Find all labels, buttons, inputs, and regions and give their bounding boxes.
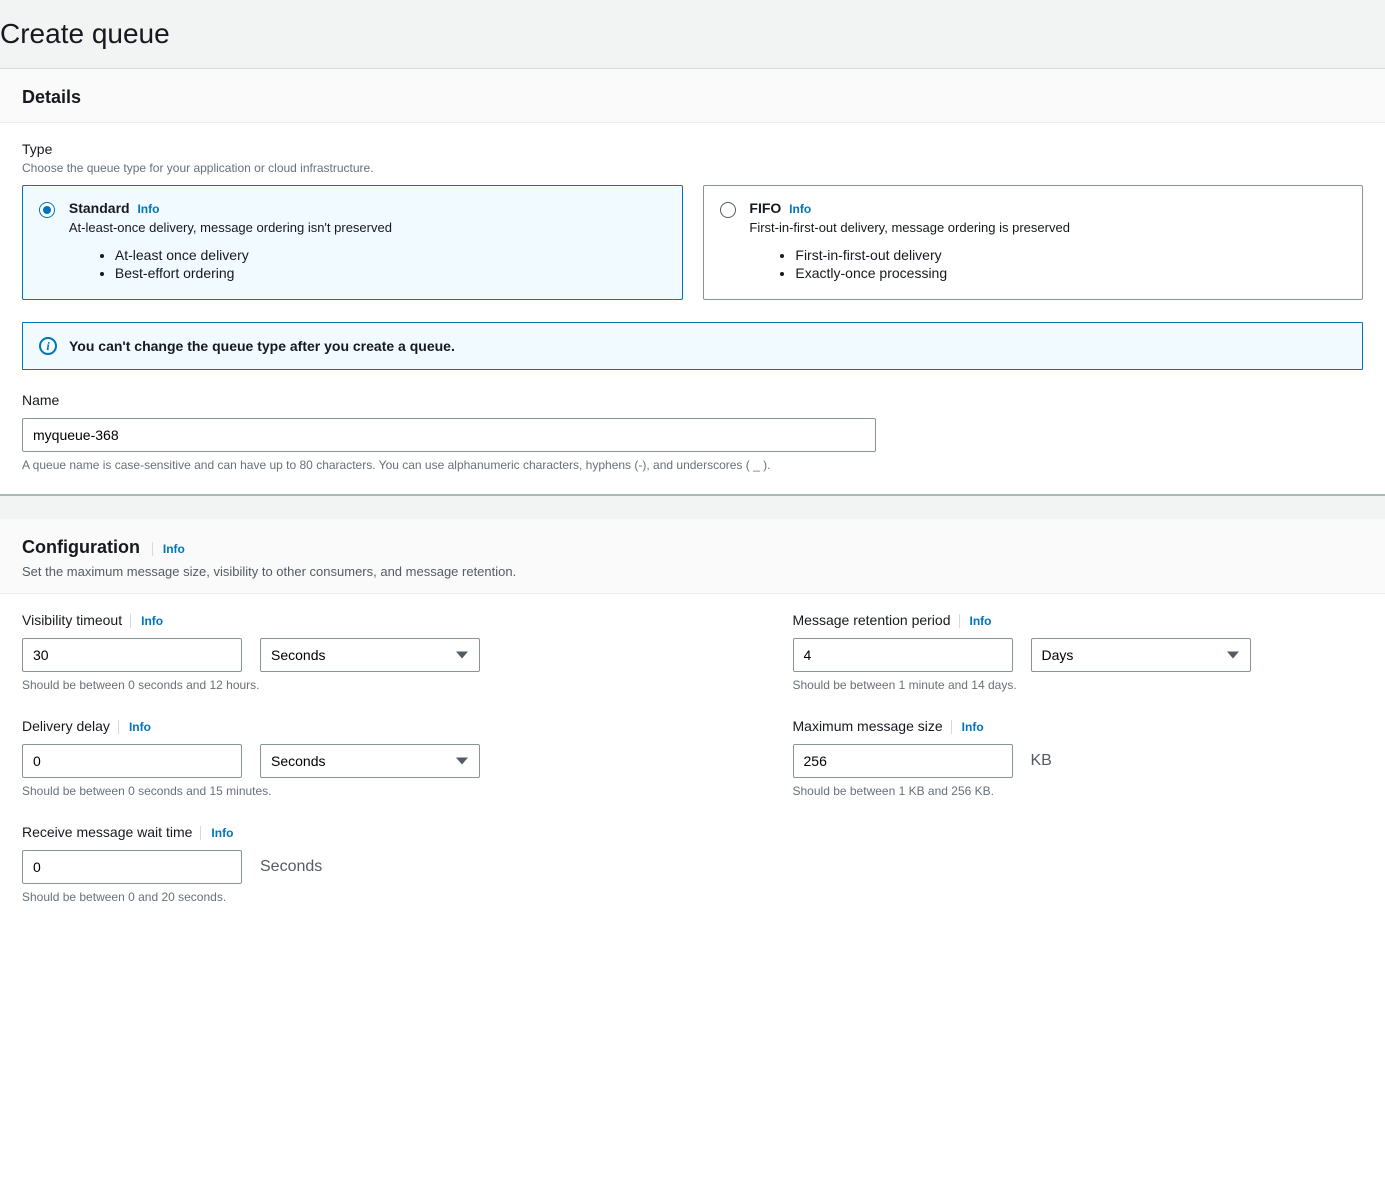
- fifo-title: FIFO: [749, 200, 781, 216]
- fifo-bullet-2: Exactly-once processing: [795, 265, 1346, 281]
- standard-bullet-2: Best-effort ordering: [115, 265, 666, 281]
- fifo-info-link[interactable]: Info: [789, 202, 811, 216]
- configuration-panel: Configuration Info Set the maximum messa…: [0, 519, 1385, 926]
- page-header: Create queue: [0, 0, 1385, 69]
- delay-hint: Should be between 0 seconds and 15 minut…: [22, 784, 593, 798]
- wait-input[interactable]: [22, 850, 242, 884]
- delay-unit-button[interactable]: Seconds: [260, 744, 480, 778]
- visibility-label: Visibility timeout: [22, 612, 122, 628]
- delay-info-link[interactable]: Info: [118, 720, 151, 734]
- wait-unit: Seconds: [260, 858, 322, 876]
- wait-info-link[interactable]: Info: [200, 826, 233, 840]
- visibility-unit-button[interactable]: Seconds: [260, 638, 480, 672]
- visibility-input[interactable]: [22, 638, 242, 672]
- retention-label: Message retention period: [793, 612, 951, 628]
- wait-label: Receive message wait time: [22, 824, 192, 840]
- config-sub: Set the maximum message size, visibility…: [22, 564, 1363, 579]
- details-panel-header: Details: [0, 69, 1385, 123]
- wait-field: Receive message wait time Info Seconds S…: [22, 824, 593, 904]
- visibility-unit-select[interactable]: Seconds: [260, 638, 480, 672]
- maxsize-label: Maximum message size: [793, 718, 943, 734]
- name-label: Name: [22, 392, 1363, 408]
- config-grid: Visibility timeout Info Seconds Should b…: [22, 612, 1363, 904]
- retention-unit-button[interactable]: Days: [1031, 638, 1251, 672]
- type-label: Type: [22, 141, 1363, 157]
- page-title: Create queue: [0, 18, 1385, 50]
- queue-name-input[interactable]: [22, 418, 876, 452]
- config-info-link[interactable]: Info: [152, 542, 185, 556]
- maxsize-input[interactable]: [793, 744, 1013, 778]
- config-title: Configuration: [22, 537, 140, 557]
- standard-info-link[interactable]: Info: [137, 202, 159, 216]
- delay-unit-select[interactable]: Seconds: [260, 744, 480, 778]
- type-cards: Standard Info At-least-once delivery, me…: [22, 185, 1363, 300]
- delay-input[interactable]: [22, 744, 242, 778]
- panel-gap: [0, 495, 1385, 519]
- visibility-timeout-field: Visibility timeout Info Seconds Should b…: [22, 612, 593, 692]
- delay-field: Delivery delay Info Seconds Should be be…: [22, 718, 593, 798]
- standard-card-content: Standard Info At-least-once delivery, me…: [69, 200, 666, 283]
- fifo-card-content: FIFO Info First-in-first-out delivery, m…: [749, 200, 1346, 283]
- name-hint: A queue name is case-sensitive and can h…: [22, 458, 1363, 472]
- maxsize-info-link[interactable]: Info: [951, 720, 984, 734]
- config-panel-header: Configuration Info Set the maximum messa…: [0, 519, 1385, 594]
- queue-type-fifo[interactable]: FIFO Info First-in-first-out delivery, m…: [703, 185, 1364, 300]
- info-icon: i: [39, 337, 57, 355]
- retention-hint: Should be between 1 minute and 14 days.: [793, 678, 1364, 692]
- alert-text: You can't change the queue type after yo…: [69, 338, 455, 354]
- standard-desc: At-least-once delivery, message ordering…: [69, 220, 666, 235]
- details-panel-body: Type Choose the queue type for your appl…: [0, 123, 1385, 494]
- visibility-info-link[interactable]: Info: [130, 614, 163, 628]
- retention-info-link[interactable]: Info: [959, 614, 992, 628]
- maxsize-hint: Should be between 1 KB and 256 KB.: [793, 784, 1364, 798]
- radio-fifo[interactable]: [720, 202, 736, 218]
- name-section: Name A queue name is case-sensitive and …: [22, 392, 1363, 472]
- standard-bullet-1: At-least once delivery: [115, 247, 666, 263]
- visibility-hint: Should be between 0 seconds and 12 hours…: [22, 678, 593, 692]
- retention-input[interactable]: [793, 638, 1013, 672]
- retention-unit-select[interactable]: Days: [1031, 638, 1251, 672]
- radio-standard[interactable]: [39, 202, 55, 218]
- delay-label: Delivery delay: [22, 718, 110, 734]
- standard-title: Standard: [69, 200, 130, 216]
- config-panel-body: Visibility timeout Info Seconds Should b…: [0, 594, 1385, 926]
- maxsize-unit: KB: [1031, 752, 1052, 770]
- wait-hint: Should be between 0 and 20 seconds.: [22, 890, 593, 904]
- retention-field: Message retention period Info Days Shoul…: [793, 612, 1364, 692]
- fifo-bullet-1: First-in-first-out delivery: [795, 247, 1346, 263]
- details-title: Details: [22, 87, 81, 107]
- queue-type-standard[interactable]: Standard Info At-least-once delivery, me…: [22, 185, 683, 300]
- type-change-alert: i You can't change the queue type after …: [22, 322, 1363, 370]
- type-sublabel: Choose the queue type for your applicati…: [22, 161, 1363, 175]
- fifo-desc: First-in-first-out delivery, message ord…: [749, 220, 1346, 235]
- maxsize-field: Maximum message size Info KB Should be b…: [793, 718, 1364, 798]
- details-panel: Details Type Choose the queue type for y…: [0, 69, 1385, 495]
